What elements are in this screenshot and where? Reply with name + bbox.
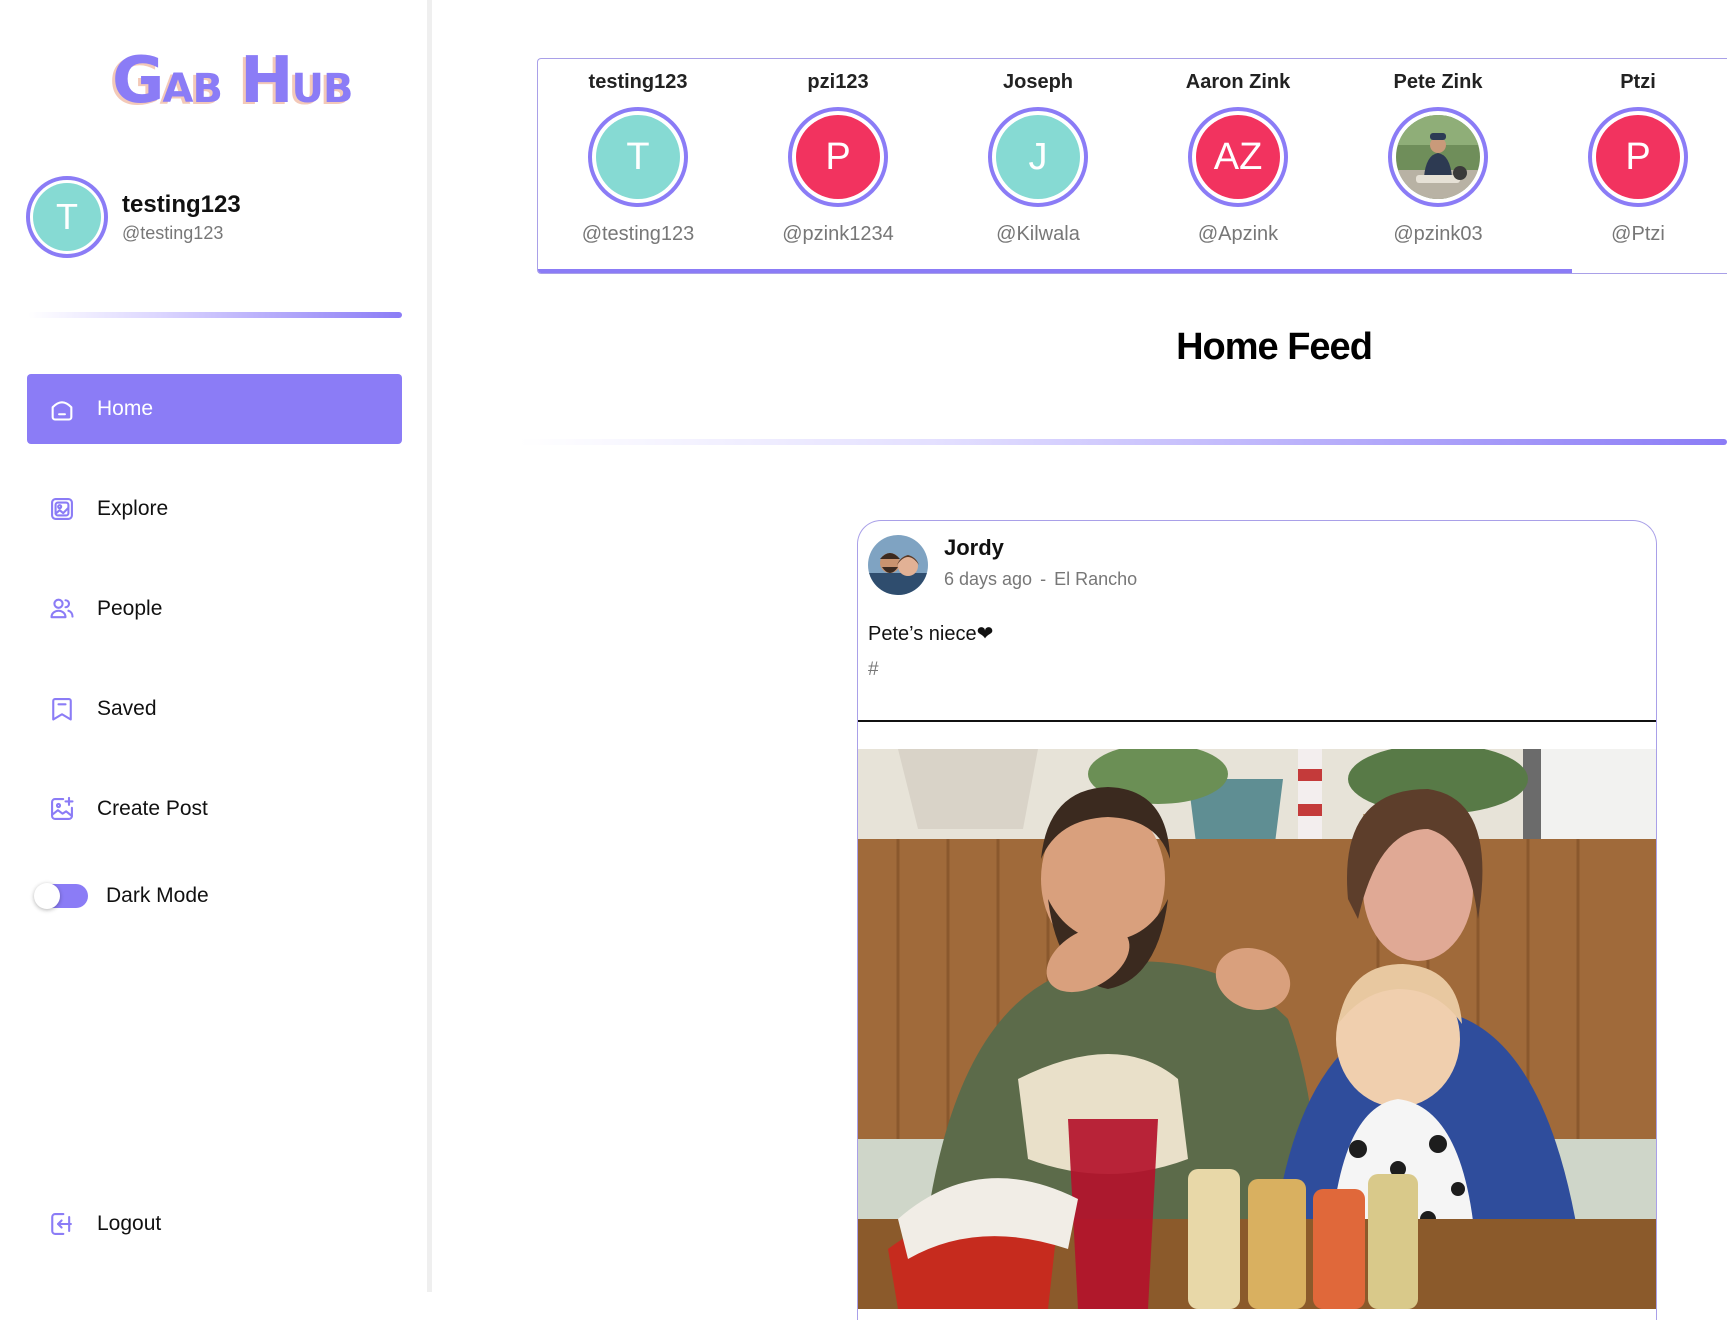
couple-photo (868, 535, 928, 595)
add-image-icon (47, 794, 77, 824)
restaurant-photo (858, 744, 1656, 1309)
sidebar-item-explore[interactable]: Explore (27, 474, 402, 544)
dark-mode-row: Dark Mode (34, 883, 209, 909)
post-separator (858, 720, 1656, 722)
story-avatar[interactable]: T (588, 107, 688, 207)
story-username: testing123 (588, 71, 688, 93)
post-hashtag[interactable]: # (868, 659, 879, 681)
avatar-initial: AZ (1196, 115, 1280, 199)
meta-separator: - (1040, 569, 1047, 589)
profile-name: testing123 (122, 190, 241, 218)
sidebar: GAB HUB T testing123 @testing123 Home Exp… (0, 0, 432, 1292)
story-username: pzi123 (807, 71, 869, 93)
story-username: Ptzi (1620, 71, 1656, 93)
dark-mode-label: Dark Mode (106, 884, 209, 907)
sidebar-item-label: People (97, 597, 163, 620)
sidebar-divider (28, 312, 402, 318)
story-avatar[interactable] (1388, 107, 1488, 207)
toggle-knob (34, 883, 60, 909)
post-location: El Rancho (1054, 569, 1138, 589)
post-caption: Pete’s niece❤ (868, 623, 994, 645)
people-icon (47, 594, 77, 624)
sidebar-item-label: Home (97, 397, 154, 420)
person-photo (1396, 115, 1480, 199)
page-title: Home Feed (1176, 326, 1373, 368)
stories-scroll-indicator (538, 269, 1572, 273)
app-logo[interactable]: GAB HUB (112, 44, 354, 118)
story-item[interactable]: pzi123 P @pzink1234 (738, 71, 938, 246)
story-handle: @Apzink (1197, 223, 1279, 245)
post-meta-line: 6 days ago - El Rancho (944, 569, 1137, 590)
avatar[interactable]: T (26, 176, 108, 258)
story-item[interactable]: testing123 T @testing123 (538, 71, 738, 246)
gallery-icon (47, 494, 77, 524)
story-item[interactable]: Aaron Zink AZ @Apzink (1138, 71, 1338, 246)
story-avatar[interactable]: AZ (1188, 107, 1288, 207)
sidebar-item-saved[interactable]: Saved (27, 674, 402, 744)
post-author[interactable]: Jordy (944, 535, 1137, 561)
story-handle: @pzink03 (1393, 223, 1483, 245)
post-card[interactable]: Jordy 6 days ago - El Rancho Pete’s niece❤… (857, 520, 1657, 1320)
profile-handle: @testing123 (122, 222, 224, 243)
feed-divider (518, 439, 1727, 445)
story-item[interactable]: Pete Zink @pzink03 (1338, 71, 1538, 246)
post-image[interactable] (858, 744, 1656, 1309)
story-handle: @pzink1234 (782, 223, 894, 245)
current-user-profile[interactable]: T testing123 @testing123 (26, 176, 241, 258)
story-item[interactable]: Ptzi P @Ptzi (1538, 71, 1727, 246)
logout-button[interactable]: Logout (47, 1210, 161, 1238)
avatar-initial: P (1596, 115, 1680, 199)
logout-icon (51, 1213, 72, 1235)
logout-label: Logout (97, 1212, 162, 1235)
sidebar-nav: Home Explore People Saved Create Post (27, 374, 402, 874)
home-icon (47, 394, 77, 424)
dark-mode-toggle[interactable] (34, 883, 88, 909)
sidebar-item-people[interactable]: People (27, 574, 402, 644)
avatar[interactable] (868, 535, 928, 595)
story-avatar[interactable]: J (988, 107, 1088, 207)
post-header: Jordy 6 days ago - El Rancho (868, 535, 1137, 595)
avatar-initial: P (796, 115, 880, 199)
sidebar-item-create-post[interactable]: Create Post (27, 774, 402, 844)
story-avatar[interactable]: P (1588, 107, 1688, 207)
post-time: 6 days ago (944, 569, 1033, 589)
story-username: Pete Zink (1393, 71, 1483, 93)
story-handle: @testing123 (581, 223, 695, 245)
avatar-initial: J (996, 115, 1080, 199)
story-item[interactable]: Joseph J @Kilwala (938, 71, 1138, 246)
story-handle: @Kilwala (996, 223, 1080, 245)
story-username: Joseph (1002, 71, 1074, 93)
sidebar-item-label: Create Post (97, 797, 208, 820)
sidebar-item-label: Explore (97, 497, 169, 520)
bookmark-icon (47, 694, 77, 724)
avatar-initial: T (596, 115, 680, 199)
stories-bar[interactable]: testing123 T @testing123 pzi123 P @pzink… (537, 58, 1727, 274)
story-username: Aaron Zink (1185, 71, 1291, 93)
avatar-initial: T (33, 183, 101, 251)
story-avatar[interactable]: P (788, 107, 888, 207)
story-handle: @Ptzi (1611, 223, 1665, 245)
sidebar-item-label: Saved (97, 697, 157, 720)
avatar-photo (1396, 115, 1480, 199)
sidebar-item-home[interactable]: Home (27, 374, 402, 444)
